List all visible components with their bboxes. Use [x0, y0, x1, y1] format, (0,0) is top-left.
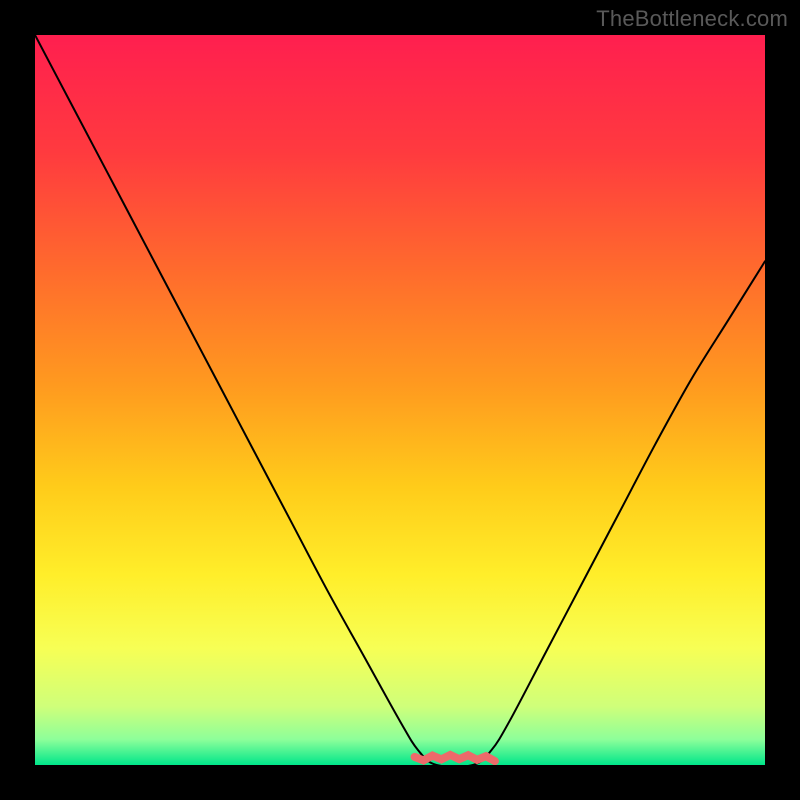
flat-region-marker: [415, 755, 495, 761]
watermark-text: TheBottleneck.com: [596, 6, 788, 32]
chart-frame: TheBottleneck.com: [0, 0, 800, 800]
gradient-background: [35, 35, 765, 765]
chart-svg: [35, 35, 765, 765]
plot-area: [35, 35, 765, 765]
